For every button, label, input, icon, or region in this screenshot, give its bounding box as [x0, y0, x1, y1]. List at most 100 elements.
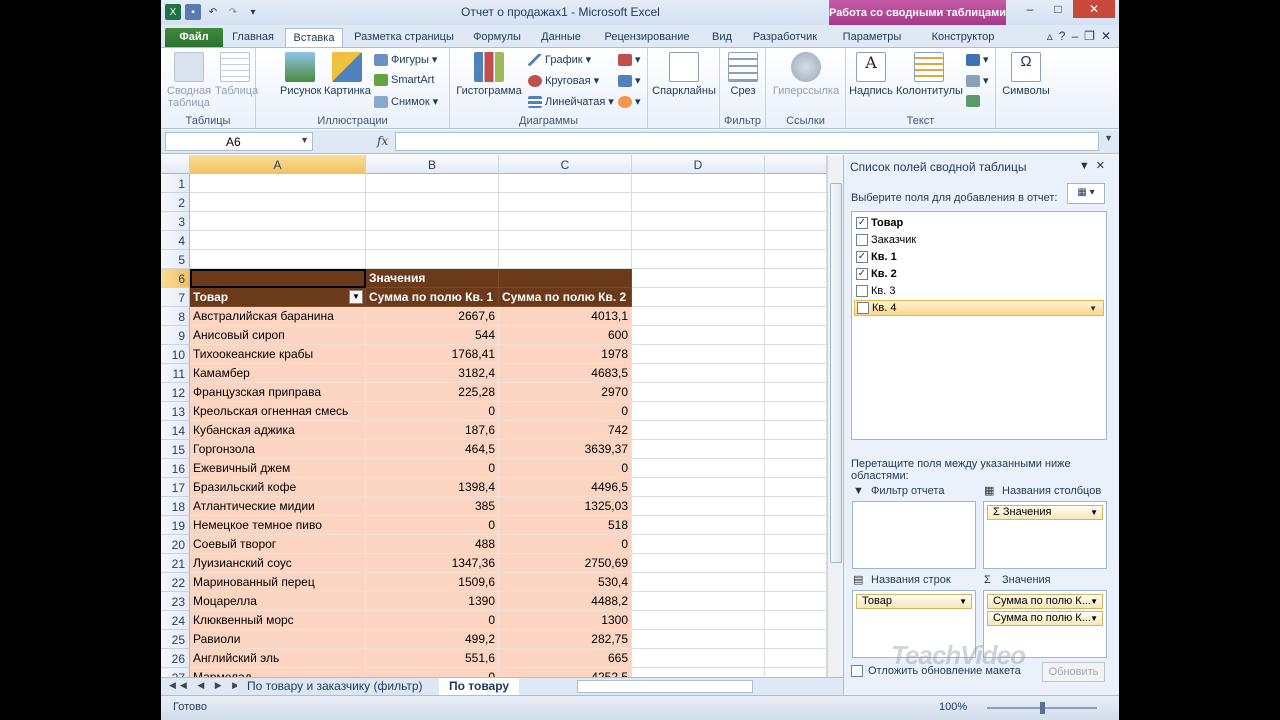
panel-close-icon[interactable]: ✕ — [1096, 160, 1111, 172]
q2-sum-cell[interactable]: 1300 — [499, 611, 632, 630]
zoom-slider-thumb[interactable] — [1040, 702, 1045, 714]
empty-cell[interactable] — [765, 402, 827, 421]
screenshot-button[interactable]: Снимок ▾ — [374, 95, 438, 108]
product-name-cell[interactable]: Кубанская аджика — [190, 421, 366, 440]
value-field-chip-2[interactable]: Сумма по полю К... ▼ — [987, 611, 1103, 626]
expand-formula-bar-icon[interactable]: ▼ — [1104, 133, 1113, 143]
pivot-row-header[interactable]: Товар — [190, 288, 366, 307]
empty-cell[interactable] — [632, 478, 765, 497]
empty-cell[interactable] — [765, 630, 827, 649]
product-name-cell[interactable]: Горгонзола — [190, 440, 366, 459]
minimize-ribbon-icon[interactable]: ▵ — [1047, 29, 1053, 43]
empty-cell[interactable] — [632, 288, 765, 307]
row-header[interactable]: 24 — [161, 611, 190, 630]
q1-sum-cell[interactable]: 0 — [366, 516, 499, 535]
product-name-cell[interactable]: Соевый творог — [190, 535, 366, 554]
panel-dropdown-icon[interactable]: ▼ — [1079, 160, 1096, 172]
object-button[interactable] — [966, 95, 980, 107]
q1-sum-cell[interactable]: 385 — [366, 497, 499, 516]
empty-cell[interactable] — [632, 440, 765, 459]
chip-dropdown-icon[interactable]: ▼ — [1090, 506, 1098, 519]
product-name-cell[interactable]: Моцарелла — [190, 592, 366, 611]
q2-sum-cell[interactable]: 282,75 — [499, 630, 632, 649]
q2-sum-cell[interactable]: 742 — [499, 421, 632, 440]
row-header[interactable]: 8 — [161, 307, 190, 326]
empty-cell[interactable] — [632, 535, 765, 554]
empty-cell[interactable] — [632, 383, 765, 402]
q2-sum-cell[interactable]: 1325,03 — [499, 497, 632, 516]
empty-cell[interactable] — [366, 174, 499, 193]
column-header-b[interactable]: B — [366, 155, 499, 174]
empty-cell[interactable] — [632, 516, 765, 535]
empty-cell[interactable] — [765, 326, 827, 345]
empty-cell[interactable] — [765, 478, 827, 497]
area-chart-button[interactable]: ▾ — [618, 53, 641, 66]
update-button[interactable]: Обновить — [1042, 662, 1105, 682]
empty-cell[interactable] — [765, 250, 827, 269]
column-header-e[interactable] — [765, 155, 827, 174]
active-cell-a6[interactable] — [190, 269, 366, 288]
smartart-button[interactable]: SmartArt — [374, 74, 434, 86]
empty-cell[interactable] — [632, 231, 765, 250]
name-box-dropdown-icon[interactable]: ▼ — [300, 135, 309, 145]
row-header[interactable]: 10 — [161, 345, 190, 364]
q1-sum-cell[interactable]: 1509,6 — [366, 573, 499, 592]
column-header-d[interactable]: D — [632, 155, 765, 174]
workbook-restore-icon[interactable]: ❐ — [1084, 29, 1095, 43]
product-name-cell[interactable]: Равиоли — [190, 630, 366, 649]
product-name-cell[interactable]: Клюквенный морс — [190, 611, 366, 630]
q2-sum-cell[interactable]: 665 — [499, 649, 632, 668]
q2-sum-cell[interactable]: 0 — [499, 535, 632, 554]
q2-sum-cell[interactable]: 600 — [499, 326, 632, 345]
empty-cell[interactable] — [499, 193, 632, 212]
row-header[interactable]: 13 — [161, 402, 190, 421]
symbols-button[interactable]: Ω Символы — [1000, 52, 1052, 97]
product-name-cell[interactable]: Французская приправа — [190, 383, 366, 402]
value-field-chip-1[interactable]: Сумма по полю К... ▼ — [987, 594, 1103, 609]
row-header[interactable]: 16 — [161, 459, 190, 478]
product-name-cell[interactable]: Ежевичный джем — [190, 459, 366, 478]
empty-cell[interactable] — [765, 364, 827, 383]
row-header[interactable]: 25 — [161, 630, 190, 649]
field-item[interactable]: ✓ Товар — [854, 215, 1104, 231]
workbook-close-icon[interactable]: ✕ — [1101, 29, 1111, 43]
q1-sum-cell[interactable]: 499,2 — [366, 630, 499, 649]
column-field-chip[interactable]: Σ Значения ▼ — [987, 505, 1103, 520]
empty-cell[interactable] — [632, 630, 765, 649]
empty-cell[interactable] — [765, 288, 827, 307]
q1-sum-cell[interactable]: 551,6 — [366, 649, 499, 668]
empty-cell[interactable] — [765, 269, 827, 288]
tab-options[interactable]: Параметры — [837, 28, 907, 47]
formula-input[interactable] — [395, 132, 1099, 151]
row-header[interactable]: 9 — [161, 326, 190, 345]
empty-cell[interactable] — [632, 364, 765, 383]
table-button[interactable]: Таблица — [215, 52, 258, 97]
q1-sum-cell[interactable]: 544 — [366, 326, 499, 345]
empty-cell[interactable] — [632, 573, 765, 592]
tab-view[interactable]: Вид — [707, 28, 737, 47]
help-icon[interactable]: ? — [1059, 29, 1066, 43]
empty-cell[interactable] — [765, 497, 827, 516]
empty-cell[interactable] — [632, 345, 765, 364]
zoom-slider[interactable] — [987, 702, 1097, 714]
q2-sum-cell[interactable]: 4488,2 — [499, 592, 632, 611]
product-name-cell[interactable]: Креольская огненная смесь — [190, 402, 366, 421]
pivot-table-button[interactable]: Сводная таблица — [167, 52, 211, 109]
chip-dropdown-icon[interactable]: ▼ — [1090, 612, 1098, 625]
row-header[interactable]: 3 — [161, 212, 190, 231]
sparklines-button[interactable]: Спарклайны — [652, 52, 716, 97]
undo-icon[interactable]: ↶ — [205, 4, 221, 20]
row-header[interactable]: 7 — [161, 288, 190, 307]
shapes-button[interactable]: Фигуры ▾ — [374, 53, 437, 66]
sheet-tab-by-product[interactable]: По товару — [439, 678, 520, 695]
q2-sum-cell[interactable]: 2750,69 — [499, 554, 632, 573]
field-dropdown-icon[interactable]: ▼ — [1089, 304, 1097, 313]
q2-sum-cell[interactable]: 4683,5 — [499, 364, 632, 383]
product-name-cell[interactable]: Маринованный перец — [190, 573, 366, 592]
tab-design[interactable]: Конструктор — [927, 28, 999, 47]
row-header[interactable]: 21 — [161, 554, 190, 573]
vertical-scroll-thumb[interactable] — [830, 183, 842, 563]
empty-cell[interactable] — [632, 212, 765, 231]
empty-cell[interactable] — [765, 440, 827, 459]
row-header[interactable]: 11 — [161, 364, 190, 383]
